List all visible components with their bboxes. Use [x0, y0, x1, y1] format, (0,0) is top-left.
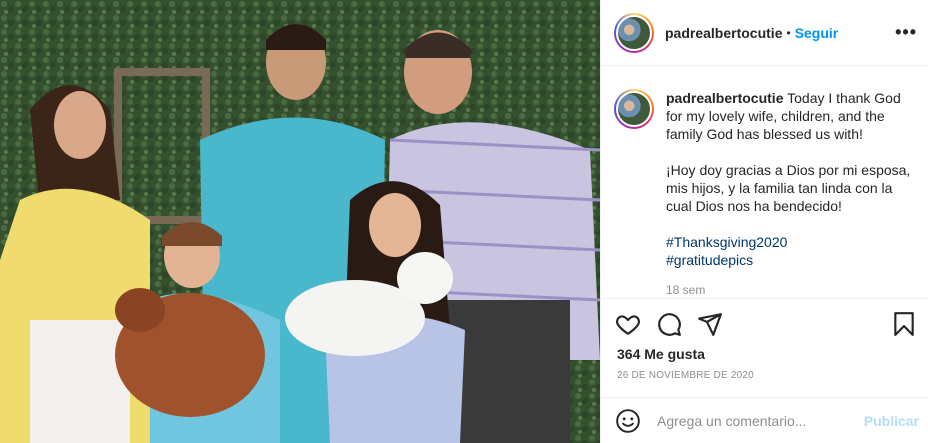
more-options-icon[interactable]: •••: [895, 22, 917, 43]
caption: padrealbertocutie Today I thank God for …: [666, 89, 915, 298]
avatar-image: [616, 91, 652, 127]
follow-button[interactable]: Seguir: [795, 25, 839, 41]
caption-time: 18 sem: [666, 283, 706, 297]
caption-username-link[interactable]: padrealbertocutie: [666, 90, 783, 106]
post-photo[interactable]: [0, 0, 600, 443]
caption-avatar[interactable]: [614, 89, 654, 129]
share-icon[interactable]: [697, 311, 723, 337]
caption-en: padrealbertocutie Today I thank God for …: [666, 89, 915, 143]
bookmark-icon[interactable]: [891, 311, 917, 337]
likes-count[interactable]: 364 Me gusta: [617, 346, 705, 362]
caption-text-es: ¡Hoy doy gracias a Dios por mi esposa, m…: [666, 162, 911, 214]
comment-composer: Publicar: [601, 397, 928, 443]
username-link[interactable]: padrealbertocutie: [665, 25, 782, 41]
comment-icon[interactable]: [656, 311, 682, 337]
hashtag-list: #Thanksgiving2020 #gratitudepics: [666, 233, 915, 269]
emoji-icon[interactable]: [615, 408, 641, 434]
post-header: padrealbertocutie • Seguir •••: [601, 0, 928, 66]
hashtag-link[interactable]: #gratitudepics: [666, 251, 915, 269]
hashtag-link[interactable]: #Thanksgiving2020: [666, 233, 915, 251]
comment-input[interactable]: [657, 412, 857, 429]
heart-icon[interactable]: [615, 311, 641, 337]
avatar[interactable]: [614, 12, 654, 53]
comments-area[interactable]: padrealbertocutie Today I thank God for …: [601, 67, 928, 298]
avatar-image: [616, 14, 652, 51]
post-side-panel: padrealbertocutie • Seguir ••• padrealbe…: [600, 0, 928, 443]
action-bar: [601, 298, 928, 348]
post-date[interactable]: 26 DE NOVIEMBRE DE 2020: [617, 370, 754, 381]
family-photo-illustration: [0, 0, 600, 443]
separator-dot: •: [786, 25, 791, 40]
post-comment-button[interactable]: Publicar: [864, 413, 919, 429]
